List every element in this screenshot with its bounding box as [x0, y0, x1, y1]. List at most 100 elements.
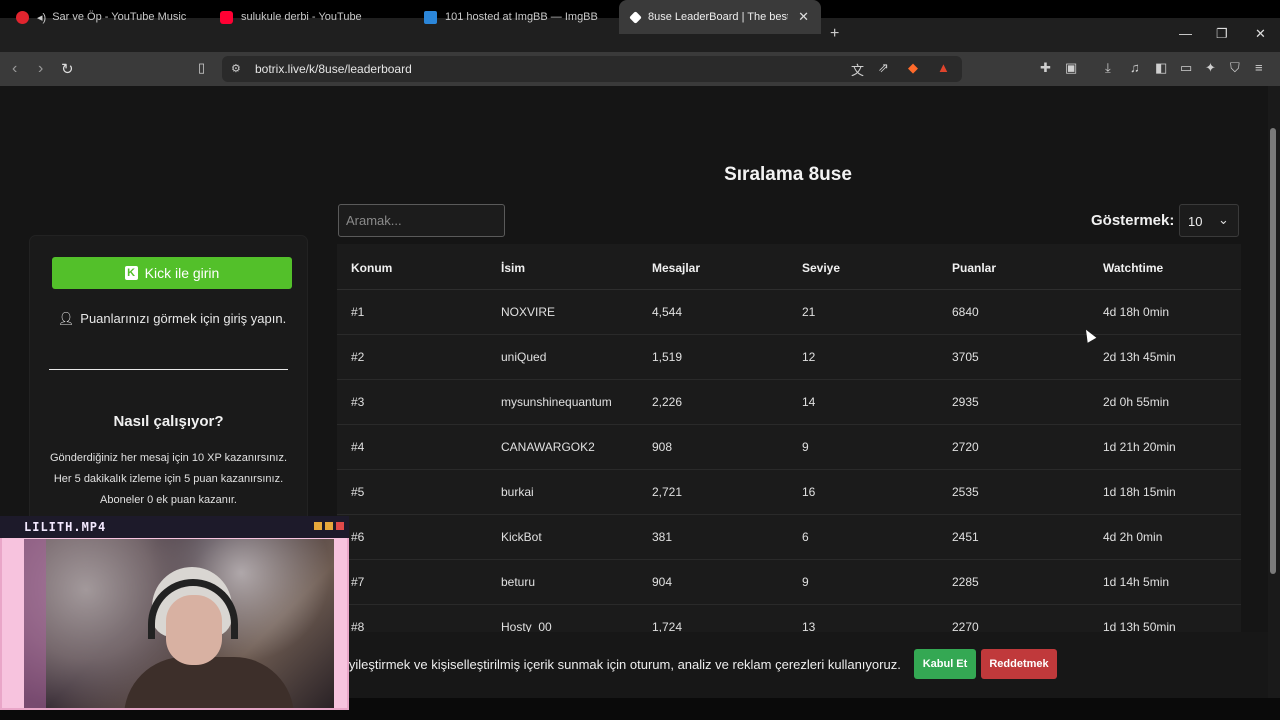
table-row: #1 NOXVIRE 4,544 21 6840 4d 18h 0min — [337, 290, 1241, 335]
cell-points: 2935 — [952, 395, 979, 409]
header-name[interactable]: İsim — [501, 261, 525, 275]
download-icon[interactable]: ⤓ — [1105, 60, 1111, 76]
cell-level: 13 — [802, 620, 816, 632]
botrix-icon — [629, 10, 642, 24]
table-row: #3 mysunshinequantum 2,226 14 2935 2d 0h 55mi… — [337, 380, 1241, 425]
screenshot-icon[interactable]: ▣ — [1065, 60, 1077, 76]
kick-logo-icon: K — [124, 266, 138, 280]
new-tab-button[interactable]: + — [830, 25, 839, 43]
reload-icon[interactable]: ↻ — [61, 60, 74, 78]
close-icon — [336, 522, 344, 530]
show-entries-select[interactable]: 10 ⌄ — [1179, 204, 1239, 237]
tab-leaderboard[interactable]: 8use LeaderBoard | The best Cha ✕ — [619, 0, 821, 34]
table-row: #6 KickBot 381 6 2451 4d 2h 0min — [337, 515, 1241, 560]
cell-level: 9 — [802, 575, 809, 589]
cell-rank: #2 — [351, 350, 365, 364]
how-line: Gönderdiğiniz her mesaj için 10 XP kazan… — [49, 452, 288, 464]
brave-shield-icon[interactable]: ◆ — [908, 60, 918, 76]
youtube-icon — [220, 10, 233, 24]
cell-messages: 381 — [652, 530, 673, 544]
cell-points: 6840 — [952, 305, 979, 319]
video-light — [24, 539, 46, 708]
close-tab-icon[interactable]: ✕ — [798, 9, 809, 25]
bookmark-icon[interactable]: ▯ — [198, 60, 205, 76]
cell-watchtime: 2d 0h 55min — [1103, 395, 1170, 409]
accept-cookies-button[interactable]: Kabul Et — [914, 649, 976, 679]
maximize-icon — [325, 522, 333, 530]
vpn-icon[interactable]: ⛉ — [1230, 60, 1240, 76]
webcam-label: LILITH.MP4 — [24, 520, 107, 534]
cell-messages: 904 — [652, 575, 673, 589]
cell-name: beturu — [501, 575, 536, 589]
tab-title: 8use LeaderBoard | The best Cha — [648, 11, 789, 23]
cell-name: NOXVIRE — [501, 305, 556, 319]
cell-rank: #6 — [351, 530, 365, 544]
extensions-icon[interactable]: ✚ — [1040, 60, 1051, 76]
cell-level: 16 — [802, 485, 816, 499]
site-settings-icon[interactable]: ⚙ — [231, 62, 241, 75]
cell-rank: #3 — [351, 395, 365, 409]
cell-watchtime: 1d 18h 15min — [1103, 485, 1176, 499]
header-level[interactable]: Seviye — [802, 261, 840, 275]
cell-name: CANAWARGOK2 — [501, 440, 595, 454]
minimize-icon[interactable]: — — [1179, 26, 1192, 41]
tab-youtube-music[interactable]: ◂) Sar ve Öp - YouTube Music — [4, 0, 204, 34]
scrollbar-thumb[interactable] — [1270, 128, 1276, 574]
cell-points: 3705 — [952, 350, 979, 364]
reject-cookies-button[interactable]: Reddetmek — [981, 649, 1057, 679]
cell-points: 2451 — [952, 530, 979, 544]
table-row: #8 Hosty_00 1,724 13 2270 1d 13h 50min — [337, 605, 1241, 632]
menu-icon[interactable]: ≡ — [1255, 60, 1263, 75]
table-row: #2 uniQued 1,519 12 3705 2d 13h 45min — [337, 335, 1241, 380]
header-rank[interactable]: Konum — [351, 261, 392, 275]
kick-login-button[interactable]: K Kick ile girin — [52, 257, 292, 289]
table-header: Konum İsim Mesajlar Seviye Puanlar Watch… — [337, 244, 1241, 290]
tab-title: Sar ve Öp - YouTube Music — [52, 11, 187, 23]
webcam-video — [24, 539, 334, 708]
cell-level: 9 — [802, 440, 809, 454]
cell-name: mysunshinequantum — [501, 395, 612, 409]
cell-messages: 1,519 — [652, 350, 683, 364]
forward-icon[interactable]: › — [38, 60, 43, 78]
divider — [49, 369, 288, 370]
table-row: #4 CANAWARGOK2 908 9 2720 1d 21h 20min — [337, 425, 1241, 470]
cookie-text: iyileştirmek ve kişiselleştirilmiş içeri… — [346, 657, 901, 672]
cell-rank: #7 — [351, 575, 365, 589]
table-row: #7 beturu 904 9 2285 1d 14h 5min — [337, 560, 1241, 605]
table-row: #5 burkai 2,721 16 2535 1d 18h 15min — [337, 470, 1241, 515]
youtube-music-icon — [16, 10, 29, 24]
back-icon[interactable]: ‹ — [12, 60, 17, 78]
music-icon[interactable]: ♫ — [1130, 60, 1140, 75]
cell-watchtime: 4d 18h 0min — [1103, 305, 1170, 319]
cell-messages: 4,544 — [652, 305, 683, 319]
wallet-icon[interactable]: ▭ — [1180, 60, 1192, 76]
sidebar-icon[interactable]: ◧ — [1155, 60, 1167, 76]
show-entries-value: 10 — [1188, 214, 1203, 229]
user-icon: 👤︎ — [57, 311, 75, 326]
cell-name: burkai — [501, 485, 534, 499]
header-messages[interactable]: Mesajlar — [652, 261, 700, 275]
close-window-icon[interactable]: ✕ — [1255, 26, 1266, 42]
tab-imgbb[interactable]: 101 hosted at ImgBB — ImgBB — [412, 0, 612, 34]
restore-icon[interactable]: ❐ — [1216, 26, 1228, 42]
cell-watchtime: 2d 13h 45min — [1103, 350, 1176, 364]
login-hint-text: Puanlarınızı görmek için giriş yapın. — [80, 311, 287, 326]
tab-youtube[interactable]: sulukule derbi - YouTube — [208, 0, 408, 34]
cell-messages: 2,226 — [652, 395, 683, 409]
leo-ai-icon[interactable]: ✦ — [1205, 60, 1216, 76]
translate-icon[interactable]: 文 — [851, 60, 864, 79]
share-icon[interactable]: ⇗ — [878, 60, 889, 76]
cell-messages: 1,724 — [652, 620, 683, 632]
cell-level: 21 — [802, 305, 816, 319]
cell-level: 6 — [802, 530, 809, 544]
cell-level: 12 — [802, 350, 816, 364]
header-points[interactable]: Puanlar — [952, 261, 996, 275]
brave-rewards-icon[interactable]: ▲ — [937, 60, 950, 75]
leaderboard-table: Konum İsim Mesajlar Seviye Puanlar Watch… — [337, 244, 1241, 632]
url-text[interactable]: botrix.live/k/8use/leaderboard — [255, 62, 412, 76]
how-it-works-title: Nasıl çalışıyor? — [113, 413, 224, 430]
search-input[interactable] — [338, 204, 505, 237]
cell-watchtime: 1d 21h 20min — [1103, 440, 1176, 454]
how-line: Aboneler 0 ek puan kazanır. — [100, 494, 237, 506]
header-watchtime[interactable]: Watchtime — [1103, 261, 1163, 275]
